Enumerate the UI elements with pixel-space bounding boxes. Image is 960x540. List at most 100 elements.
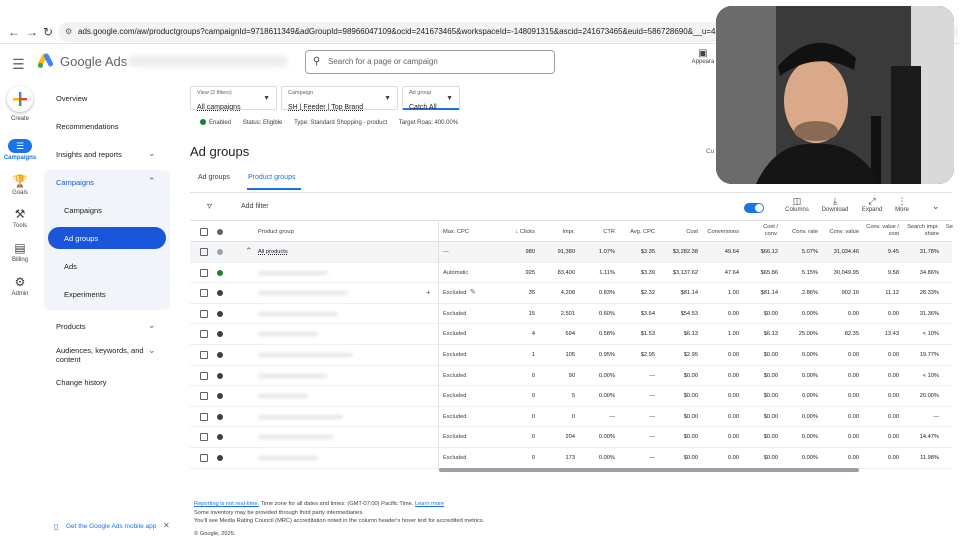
col-conv-value-cost[interactable]: Conv. value / cost (865, 224, 899, 238)
edit-pencil-icon[interactable]: ✎ (470, 288, 476, 296)
status-icon[interactable] (217, 249, 223, 255)
back-icon[interactable]: ← (8, 25, 20, 39)
rail-billing[interactable]: ▤ Billing (0, 241, 40, 263)
view-filter-dropdown[interactable]: View (2 filters) All campaigns ▼ (190, 86, 277, 111)
excluded-status-icon[interactable] (217, 413, 223, 420)
product-group-name-blurred[interactable] (258, 270, 328, 275)
cell-max-cpc[interactable]: Excluded (443, 311, 466, 317)
table-row[interactable]: Excluded 0 0 — — $0.00 0.00 $0.00 0.00% 0.00 0.00 — (190, 407, 952, 428)
cell-max-cpc[interactable]: Excluded (443, 455, 466, 461)
table-row[interactable]: Excluded 0 5 0.00% — $0.00 0.00 $0.00 0.00% 0.00 0… (190, 386, 952, 407)
download-button[interactable]: ⤓ Download (819, 196, 851, 213)
nav-campaigns[interactable]: Campaigns ⌃ (56, 176, 156, 187)
adgroup-filter-dropdown[interactable]: Ad group Catch All ▼ (402, 86, 460, 111)
excluded-status-icon[interactable] (217, 372, 223, 379)
expand-button[interactable]: ⤢ Expand (856, 196, 888, 213)
segment-toggle[interactable] (744, 203, 764, 213)
excluded-status-icon[interactable] (217, 434, 223, 441)
more-button[interactable]: ⋮ More (886, 196, 918, 213)
close-icon[interactable]: ✕ (163, 521, 170, 530)
nav-campaigns-sub[interactable]: Campaigns (64, 206, 102, 215)
row-checkbox[interactable] (200, 412, 208, 421)
row-checkbox[interactable] (200, 330, 208, 339)
excluded-status-icon[interactable] (217, 331, 223, 338)
enabled-status-dot[interactable] (217, 269, 223, 276)
nav-insights[interactable]: Insights and reports ⌄ (56, 148, 156, 159)
product-group-name-blurred[interactable] (258, 414, 343, 419)
total-row[interactable]: ⌃ All products — 980 91,380 1.07% $3.35 $3,282.… (190, 242, 952, 263)
excluded-status-icon[interactable] (217, 455, 223, 461)
nav-audiences[interactable]: Audiences, keywords, and content ⌄ (56, 346, 156, 365)
table-row[interactable]: Excluded 0 90 0.00% — $0.00 0.00 $0.00 0.00% 0.00… (190, 366, 952, 387)
campaign-filter-dropdown[interactable]: Campaign SH | Feeder | Top Brand ▼ (281, 86, 398, 111)
product-group-name-blurred[interactable] (258, 332, 318, 337)
filter-icon[interactable]: ▿ (207, 201, 212, 212)
select-all-checkbox[interactable] (200, 228, 208, 236)
col-cost-conv[interactable]: Cost / conv. (750, 224, 778, 238)
product-group-name-blurred[interactable] (258, 353, 353, 357)
cell-max-cpc[interactable]: Excluded (443, 393, 466, 399)
add-subdivision-icon[interactable]: + (426, 288, 431, 297)
table-row[interactable]: Excluded 0 204 0.00% — $0.00 0.00 $0.00 0.00% 0.0… (190, 427, 952, 448)
table-row[interactable]: Excluded 0 173 0.00% — $0.00 0.00 $0.00 0.00% 0.0… (190, 448, 952, 469)
row-checkbox[interactable] (200, 351, 208, 359)
nav-ads[interactable]: Ads (64, 262, 77, 271)
rail-tools[interactable]: ⚒ Tools (0, 207, 40, 229)
create-button[interactable] (7, 86, 33, 112)
chevron-down-icon[interactable]: ⌄ (932, 201, 940, 212)
col-max-cpc[interactable]: Max. CPC (443, 229, 469, 236)
mobile-app-banner[interactable]: ▯ Get the Google Ads mobile app ✕ (44, 520, 176, 534)
reload-icon[interactable]: ↻ (43, 25, 53, 39)
product-group-name-blurred[interactable] (258, 435, 333, 440)
row-checkbox[interactable] (200, 268, 208, 277)
col-avg-cpc[interactable]: Avg. CPC (621, 229, 655, 236)
rail-admin[interactable]: ⚙ Admin (0, 275, 40, 297)
table-row[interactable]: Excluded 1 105 0.95% $2.95 $2.95 0.00 $0.00 0.00… (190, 345, 952, 366)
nav-products[interactable]: Products ⌄ (56, 320, 156, 331)
nav-overview[interactable]: Overview (56, 94, 87, 103)
nav-change-history[interactable]: Change history (56, 378, 106, 387)
add-filter-button[interactable]: Add filter (241, 203, 269, 210)
menu-icon[interactable]: ☰ (12, 56, 25, 73)
excluded-status-icon[interactable] (217, 393, 223, 400)
learn-more-link[interactable]: Learn more (415, 501, 444, 507)
excluded-status-icon[interactable] (217, 310, 223, 317)
table-row[interactable]: + ✎ Excluded 35 4,208 0.83% $2.32 $81.14 1.00 $81… (190, 283, 952, 304)
cell-max-cpc[interactable]: Excluded (443, 352, 466, 358)
row-checkbox[interactable] (200, 289, 208, 298)
site-info-icon[interactable]: ⚙ (65, 22, 72, 42)
excluded-status-icon[interactable] (217, 290, 223, 297)
product-group-name-blurred[interactable] (258, 311, 338, 316)
realtime-link[interactable]: Reporting is not real-time. (194, 501, 259, 507)
col-ctr[interactable]: CTR (587, 229, 615, 236)
product-group-name[interactable]: All products (258, 249, 288, 255)
col-search-impr-share[interactable]: Search impr. share (906, 224, 939, 238)
nav-recommendations[interactable]: Recommendations (56, 122, 119, 131)
rail-goals[interactable]: 🏆 Goals (0, 174, 40, 196)
row-checkbox[interactable] (200, 371, 208, 380)
product-group-name-blurred[interactable] (258, 456, 318, 460)
cell-max-cpc[interactable]: Excluded (443, 373, 466, 379)
tab-ad-groups[interactable]: Ad groups (198, 174, 230, 181)
row-checkbox[interactable] (200, 248, 208, 256)
col-conv-rate[interactable]: Conv. rate (785, 229, 818, 236)
cell-max-cpc[interactable]: Excluded (443, 290, 466, 296)
col-product-group[interactable]: Product group (258, 229, 294, 236)
table-row[interactable]: Excluded 15 2,501 0.60% $3.64 $54.53 0.00 $0.00… (190, 304, 952, 325)
product-group-name-blurred[interactable] (258, 373, 328, 378)
cell-max-cpc[interactable]: Excluded (443, 434, 466, 440)
col-clicks[interactable]: ↓ Clicks (510, 229, 535, 236)
cell-max-cpc[interactable]: Excluded (443, 414, 466, 420)
row-checkbox[interactable] (200, 433, 208, 442)
table-row[interactable]: Excluded 4 694 0.58% $1.53 $6.13 1.00 $6.13 25.0… (190, 324, 952, 345)
product-group-name-blurred[interactable] (258, 291, 348, 296)
search-input[interactable]: ⚲ Search for a page or campaign (305, 50, 555, 74)
cell-max-cpc[interactable]: Automatic (443, 270, 468, 276)
col-cut-off[interactable]: Se (946, 224, 953, 231)
collapse-chevron-icon[interactable]: ⌃ (245, 246, 253, 257)
row-checkbox[interactable] (200, 454, 208, 462)
cell-max-cpc[interactable]: — (443, 249, 449, 255)
nav-experiments[interactable]: Experiments (64, 290, 106, 299)
tab-product-groups[interactable]: Product groups (248, 174, 295, 181)
forward-icon[interactable]: → (26, 25, 38, 39)
